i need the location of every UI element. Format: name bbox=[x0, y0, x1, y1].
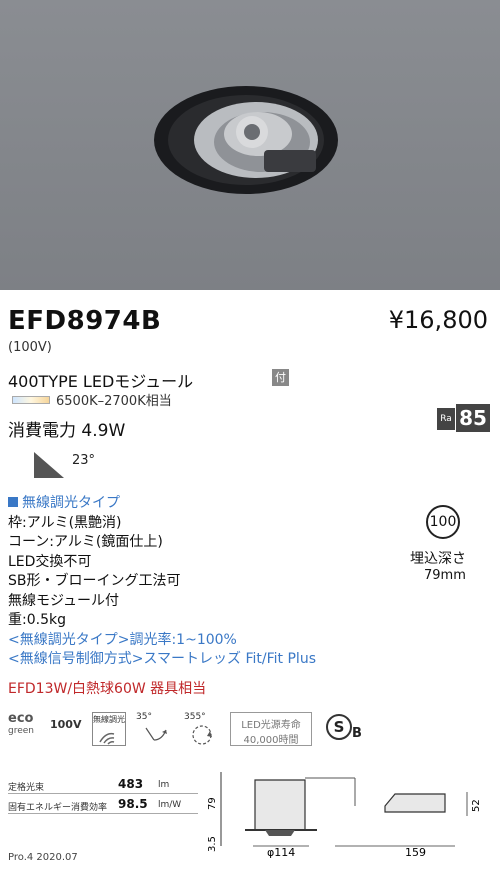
voltage: (100V) bbox=[8, 340, 52, 355]
led-life-icon: LED光源寿命 40,000時間 bbox=[230, 712, 312, 746]
product-photo bbox=[0, 0, 500, 290]
tilt-icon: 35° bbox=[136, 712, 176, 750]
spec-dimming: <無線調光タイプ>調光率:1~100% bbox=[8, 631, 237, 648]
color-temp-label: 6500K–2700K相当 bbox=[56, 394, 172, 409]
included-badge: 付 bbox=[272, 369, 289, 386]
dim-52: 52 bbox=[471, 799, 482, 812]
spec-module: 無線モジュール付 bbox=[8, 592, 120, 609]
tilt-arrow-icon bbox=[145, 727, 167, 741]
spec-led: LED交換不可 bbox=[8, 553, 92, 570]
beam-angle-icon bbox=[34, 452, 64, 478]
dim-79: 79 bbox=[207, 797, 218, 810]
ra-label: Ra bbox=[437, 408, 455, 430]
square-bullet-icon bbox=[8, 497, 18, 507]
table-row: 定格光束 483 lm bbox=[8, 776, 198, 794]
depth-value: 79mm bbox=[424, 568, 466, 583]
downlight-image bbox=[154, 86, 338, 194]
dim-diameter: φ114 bbox=[267, 846, 295, 859]
model-number: EFD8974B bbox=[8, 306, 162, 336]
rotate-arrow-icon bbox=[192, 725, 212, 745]
spec-control: <無線信号制御方式>スマートレッズ Fit/Fit Plus bbox=[8, 651, 316, 667]
beam-angle: 23° bbox=[72, 453, 96, 468]
depth-circle: 100 bbox=[426, 505, 460, 539]
spec-list: 無線調光タイプ 枠:アルミ(黒艶消) コーン:アルミ(鏡面仕上) LED交換不可… bbox=[8, 494, 316, 670]
eco-green-icon: eco green bbox=[8, 711, 34, 737]
spec-frame: 枠:アルミ(黒艶消) bbox=[8, 514, 122, 531]
price: ¥16,800 bbox=[388, 306, 488, 334]
dim-length: 159 bbox=[405, 846, 426, 859]
rotate-icon: 355° bbox=[184, 712, 224, 750]
spec-type: 無線調光タイプ bbox=[8, 494, 316, 514]
sb-mark-icon: S B bbox=[324, 712, 364, 750]
spec-weight: 重:0.5kg bbox=[8, 612, 66, 628]
color-temp-bar bbox=[12, 396, 50, 404]
wireless-dimming-icon: 無線調光 bbox=[92, 712, 126, 746]
depth-label: 埋込深さ bbox=[410, 551, 466, 567]
spec-install: SB形・ブローイング工法可 bbox=[8, 573, 181, 589]
100v-icon: 100V bbox=[50, 718, 82, 731]
footer-version: Pro.4 2020.07 bbox=[8, 852, 78, 863]
table-row: 固有エネルギー消費効率 98.5 lm/W bbox=[8, 796, 198, 814]
ra-badge: Ra 85 bbox=[437, 404, 490, 432]
ra-value: 85 bbox=[456, 404, 490, 432]
dimension-drawing: 79 3.5 φ114 159 52 bbox=[207, 772, 482, 859]
equivalent-note: EFD13W/白熱球60W 器具相当 bbox=[8, 681, 207, 697]
spec-cone: コーン:アルミ(鏡面仕上) bbox=[8, 534, 163, 550]
dim-3-5: 3.5 bbox=[207, 836, 218, 852]
signal-waves-icon bbox=[99, 732, 115, 745]
module-name: 400TYPE LEDモジュール bbox=[8, 372, 194, 391]
power-consumption: 消費電力 4.9W bbox=[8, 421, 126, 441]
